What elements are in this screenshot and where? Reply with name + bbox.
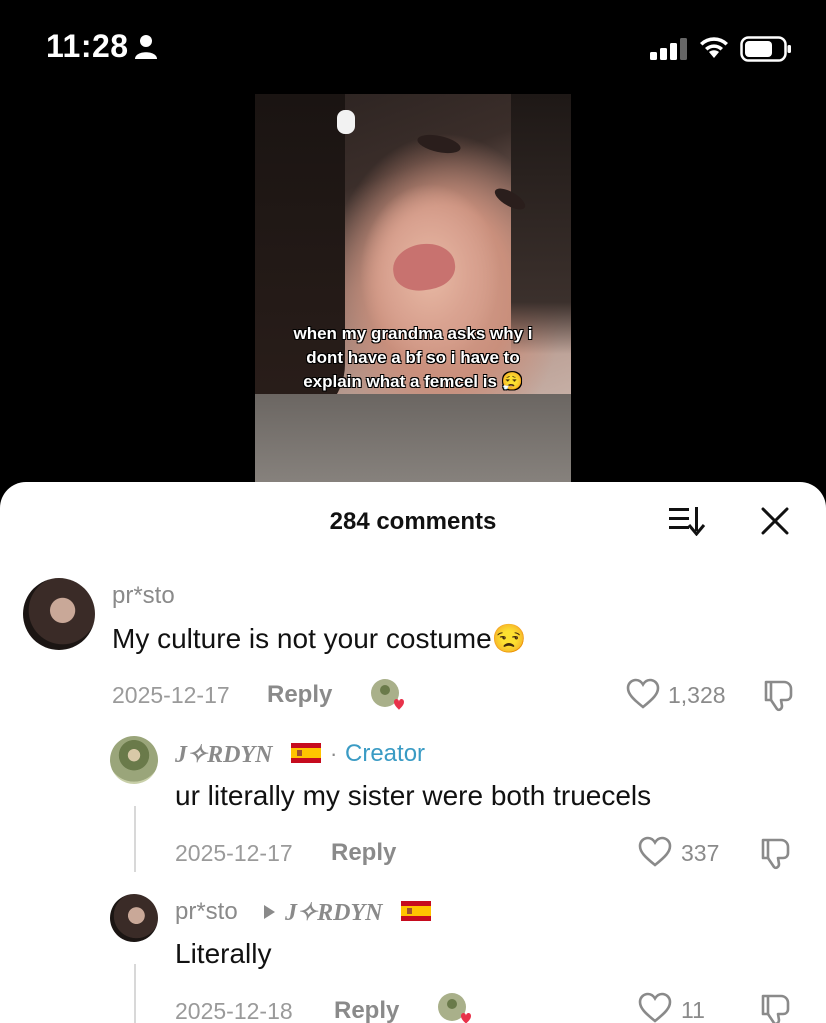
like-heart-icon[interactable] <box>638 836 672 868</box>
video-frame-detail <box>511 94 571 354</box>
reply-button[interactable]: Reply <box>267 681 332 709</box>
thread-line <box>134 964 136 1023</box>
video-frame-detail <box>255 394 571 494</box>
status-time: 11:28 <box>46 28 129 64</box>
reply-button[interactable]: Reply <box>334 997 399 1023</box>
comment-text: ur literally my sister were both truecel… <box>175 780 652 811</box>
like-count: 1,328 <box>668 682 726 708</box>
wifi-icon <box>700 37 728 58</box>
creator-liked-icon <box>371 679 404 710</box>
comment-date: 2025-12-17 <box>175 840 293 866</box>
comment-text: My culture is not your costume😒 <box>112 623 527 654</box>
comment-username[interactable]: J✧RDYN <box>175 740 272 769</box>
creator-liked-icon <box>438 993 471 1023</box>
thread-line <box>134 806 136 872</box>
comment-username[interactable]: pr*sto <box>175 898 238 926</box>
video-frame-detail <box>415 131 463 157</box>
battery-icon <box>740 36 791 62</box>
video-player[interactable]: when my grandma asks why i dont have a b… <box>255 94 571 494</box>
separator-dot: · <box>330 741 338 766</box>
creator-badge: Creator <box>345 740 426 767</box>
reply-button[interactable]: Reply <box>331 839 396 867</box>
dislike-icon[interactable] <box>759 992 793 1023</box>
spain-flag-icon <box>291 743 321 763</box>
video-frame-detail <box>390 239 458 295</box>
reply-arrow-icon <box>264 905 275 919</box>
comment-text: Literally <box>175 938 272 969</box>
close-icon[interactable] <box>760 506 790 536</box>
like-heart-icon[interactable] <box>638 992 672 1023</box>
avatar[interactable] <box>23 578 95 650</box>
like-count: 11 <box>681 997 705 1023</box>
dislike-icon[interactable] <box>759 836 793 870</box>
comment-username[interactable]: pr*sto <box>112 582 175 610</box>
dislike-icon[interactable] <box>762 678 796 712</box>
cellular-signal-icon <box>650 38 687 60</box>
comment-date: 2025-12-18 <box>175 998 293 1023</box>
comments-sheet: 284 comments pr*sto My culture is not yo… <box>0 482 826 1023</box>
like-heart-icon[interactable] <box>626 678 660 710</box>
video-frame-detail <box>337 110 355 134</box>
reply-to-username[interactable]: J✧RDYN <box>285 898 382 927</box>
person-icon <box>135 35 157 59</box>
avatar[interactable] <box>110 736 158 784</box>
sort-icon[interactable] <box>668 506 706 536</box>
like-count: 337 <box>681 840 720 866</box>
comment-date: 2025-12-17 <box>112 682 230 708</box>
spain-flag-icon <box>401 901 431 921</box>
video-caption: when my grandma asks why i dont have a b… <box>293 324 533 391</box>
avatar[interactable] <box>110 894 158 942</box>
